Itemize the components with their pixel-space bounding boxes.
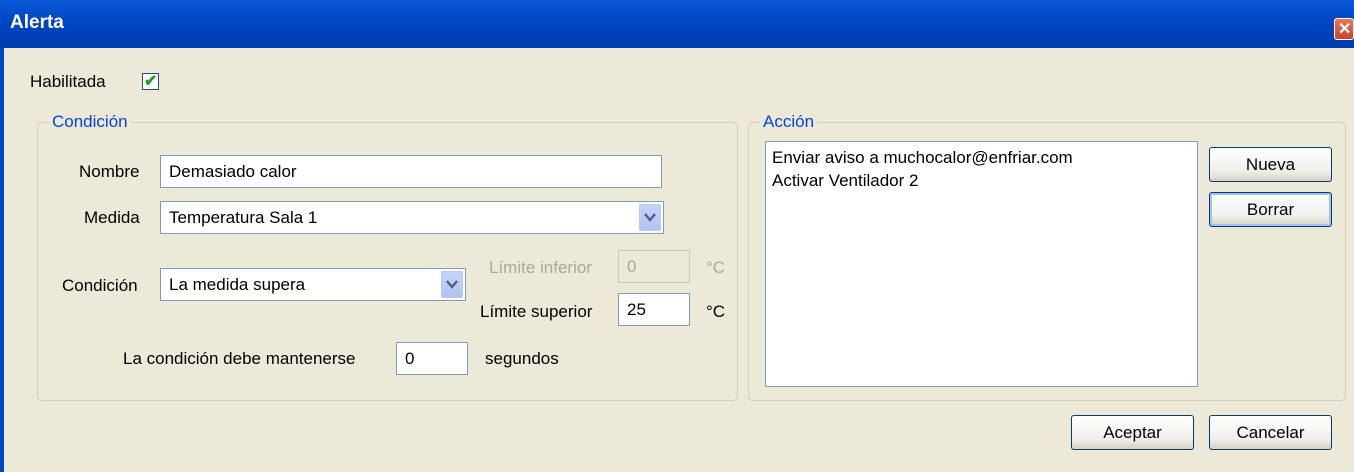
window-title: Alerta bbox=[10, 12, 64, 33]
condition-select[interactable]: La medida supera bbox=[160, 268, 466, 301]
close-button[interactable]: ✕ bbox=[1334, 18, 1354, 40]
close-icon: ✕ bbox=[1338, 21, 1352, 38]
new-action-button[interactable]: Nueva bbox=[1209, 147, 1332, 182]
enabled-label: Habilitada bbox=[30, 72, 106, 91]
upper-limit-label: Límite superior bbox=[480, 302, 593, 321]
enabled-checkbox[interactable]: ✔ bbox=[142, 73, 159, 90]
cancel-button[interactable]: Cancelar bbox=[1209, 415, 1332, 450]
action-list[interactable]: Enviar aviso a muchocalor@enfriar.com Ac… bbox=[765, 141, 1198, 387]
list-item[interactable]: Enviar aviso a muchocalor@enfriar.com bbox=[772, 146, 1191, 169]
chevron-down-icon[interactable] bbox=[639, 204, 661, 231]
measure-label: Medida bbox=[84, 208, 140, 227]
lower-limit-unit: °C bbox=[706, 258, 726, 277]
hold-seconds-input[interactable]: 0 bbox=[396, 342, 468, 375]
check-icon: ✔ bbox=[144, 73, 158, 90]
chevron-down-icon[interactable] bbox=[441, 271, 463, 298]
dialog-body: Habilitada ✔ Condición Nombre Demasiado … bbox=[4, 48, 1354, 472]
measure-select[interactable]: Temperatura Sala 1 bbox=[160, 201, 664, 234]
name-input[interactable]: Demasiado calor bbox=[160, 155, 662, 188]
measure-select-value: Temperatura Sala 1 bbox=[169, 208, 318, 227]
accept-button[interactable]: Aceptar bbox=[1071, 415, 1194, 450]
lower-limit-input[interactable]: 0 bbox=[618, 250, 690, 283]
list-item[interactable]: Activar Ventilador 2 bbox=[772, 169, 1191, 192]
condition-label: Condición bbox=[62, 276, 138, 295]
lower-limit-label: Límite inferior bbox=[489, 258, 592, 277]
name-label: Nombre bbox=[79, 162, 140, 181]
upper-limit-input[interactable]: 25 bbox=[618, 293, 690, 326]
action-group-legend: Acción bbox=[760, 112, 818, 132]
delete-action-button[interactable]: Borrar bbox=[1209, 192, 1332, 227]
hold-unit: segundos bbox=[485, 349, 559, 368]
upper-limit-unit: °C bbox=[706, 302, 726, 321]
title-bar: Alerta ✕ bbox=[0, 0, 1354, 48]
hold-label: La condición debe mantenerse bbox=[123, 349, 356, 368]
condition-select-value: La medida supera bbox=[169, 275, 306, 294]
condition-group-legend: Condición bbox=[49, 112, 131, 132]
